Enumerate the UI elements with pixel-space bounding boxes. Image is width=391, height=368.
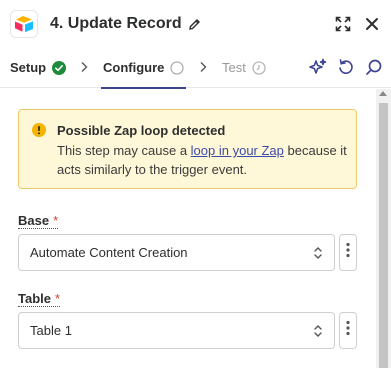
check-circle-icon — [52, 60, 67, 75]
table-select-value: Table 1 — [30, 323, 72, 338]
tab-setup[interactable]: Setup — [10, 48, 67, 88]
more-vertical-icon — [346, 242, 350, 263]
more-vertical-icon — [346, 320, 350, 341]
close-icon[interactable] — [365, 17, 379, 31]
tab-test[interactable]: Test — [222, 48, 266, 88]
step-tools — [309, 58, 383, 76]
vertical-scrollbar[interactable] — [376, 89, 391, 368]
pending-circle-icon — [252, 60, 266, 75]
alert-body: This step may cause a loop in your Zap b… — [57, 141, 349, 179]
table-more-button[interactable] — [339, 312, 357, 349]
pencil-icon[interactable] — [188, 18, 201, 31]
alert-title: Possible Zap loop detected — [57, 123, 226, 138]
base-label-text: Base — [18, 213, 50, 228]
tab-setup-label: Setup — [10, 60, 47, 75]
header-actions — [335, 16, 379, 32]
table-label: Table * — [18, 291, 61, 307]
warning-icon — [32, 123, 46, 142]
expand-icon[interactable] — [335, 16, 351, 32]
tab-configure-label: Configure — [103, 60, 165, 75]
airtable-logo-icon — [10, 10, 38, 38]
tab-configure[interactable]: Configure — [100, 48, 187, 89]
scroll-up-icon[interactable] — [379, 91, 387, 96]
search-icon[interactable] — [365, 58, 383, 76]
page-title: 4. Update Record — [50, 15, 182, 32]
refresh-icon[interactable] — [337, 58, 355, 76]
base-more-button[interactable] — [339, 234, 357, 271]
required-marker: * — [53, 213, 59, 228]
table-label-text: Table — [18, 291, 51, 306]
base-select[interactable]: Automate Content Creation — [18, 234, 335, 271]
zap-loop-link[interactable]: loop in your Zap — [191, 143, 284, 158]
base-label: Base * — [18, 213, 59, 229]
table-select[interactable]: Table 1 — [18, 312, 335, 349]
chevron-right-icon — [80, 61, 88, 73]
chevron-right-icon — [199, 61, 207, 73]
empty-circle-icon — [170, 60, 185, 75]
configure-panel: Possible Zap loop detected This step may… — [0, 89, 376, 368]
step-tabs: Setup Configure Test — [0, 48, 391, 89]
sparkle-icon[interactable] — [309, 58, 327, 76]
select-caret-icon — [313, 246, 323, 260]
zap-loop-warning: Possible Zap loop detected This step may… — [18, 109, 357, 189]
select-caret-icon — [313, 324, 323, 338]
scrollbar-thumb[interactable] — [379, 103, 388, 368]
base-select-value: Automate Content Creation — [30, 245, 188, 260]
step-header: 4. Update Record — [0, 0, 391, 48]
required-marker: * — [55, 291, 61, 306]
alert-text: This step may cause a — [57, 143, 191, 158]
tab-test-label: Test — [222, 60, 246, 75]
